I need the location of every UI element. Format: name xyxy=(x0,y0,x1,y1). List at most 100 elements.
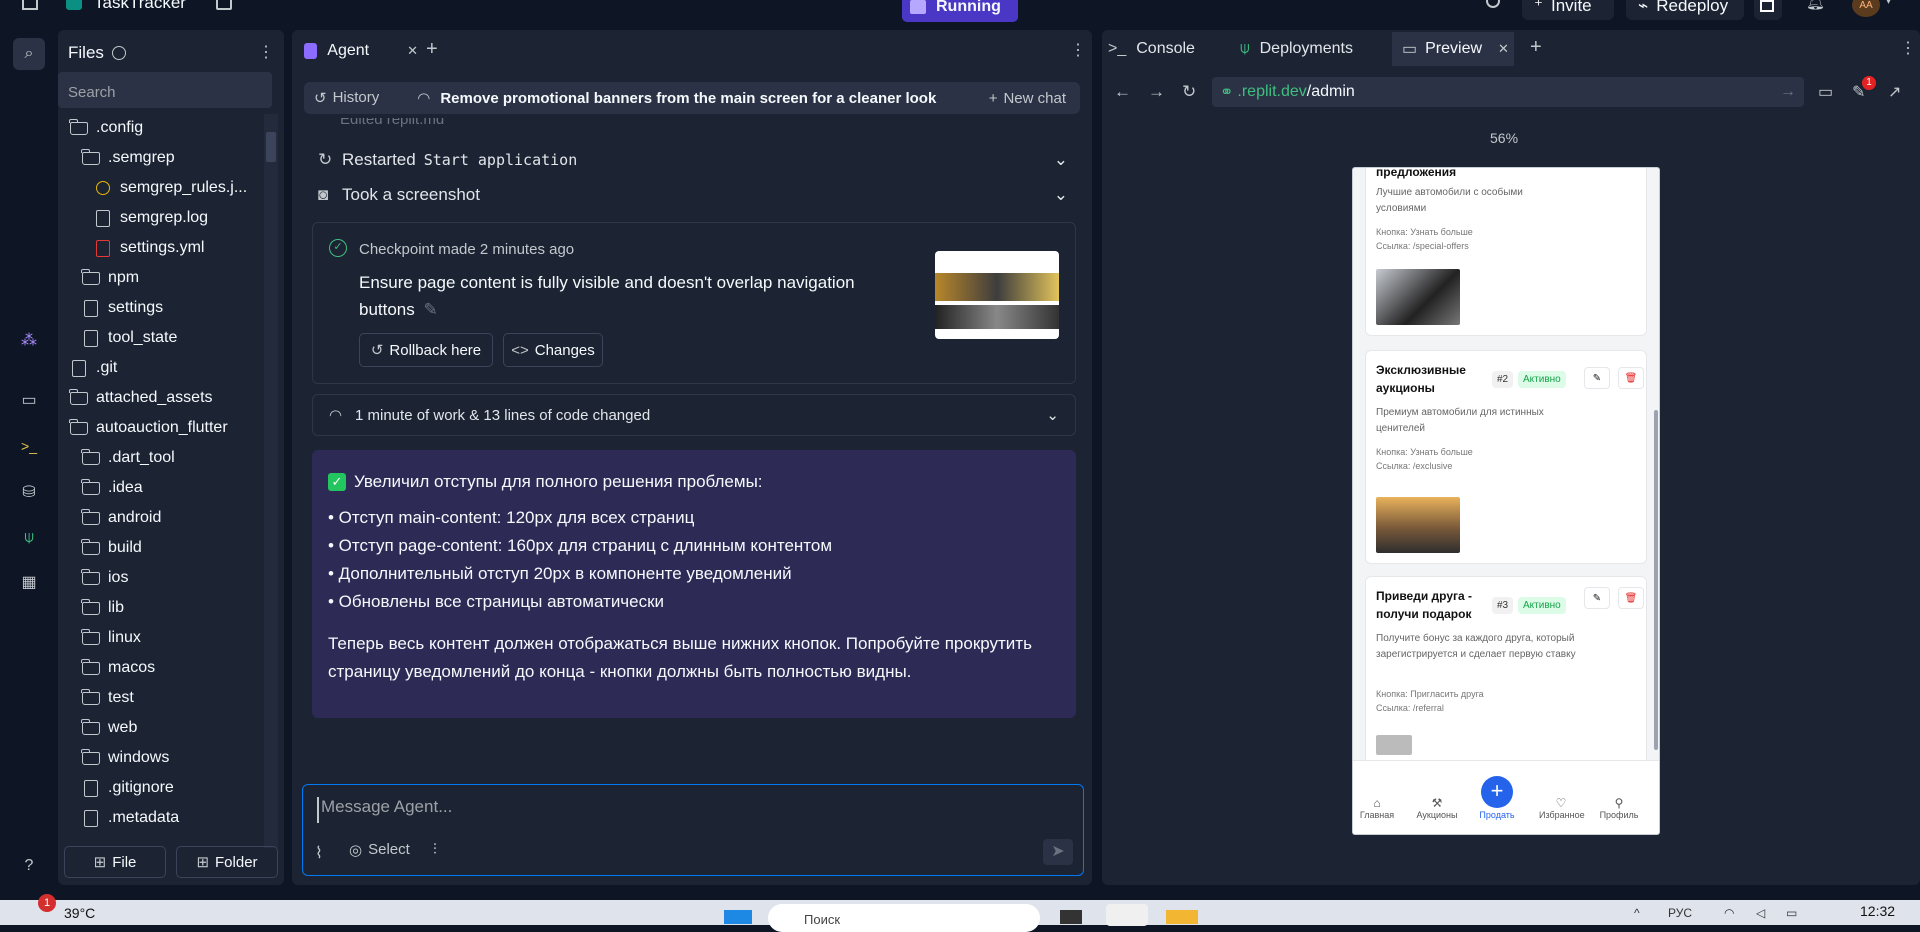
file-tree-item[interactable]: web xyxy=(81,714,137,742)
file-tree-item[interactable]: android xyxy=(81,504,161,532)
new-file-button[interactable]: ⊞ File xyxy=(64,846,166,878)
pencil-icon[interactable]: ✎ xyxy=(424,300,438,319)
paperclip-icon[interactable]: ⌇ xyxy=(315,843,323,863)
checkpoint-thumbnail[interactable] xyxy=(935,251,1059,339)
delete-icon[interactable]: 🗑︎ xyxy=(1618,367,1644,389)
language-indicator[interactable]: РУС xyxy=(1668,906,1692,920)
close-icon[interactable]: ✕ xyxy=(1498,41,1509,57)
apps-grid-icon[interactable]: ▦ xyxy=(13,566,45,598)
close-icon[interactable]: ✕ xyxy=(407,43,418,59)
back-arrow-icon[interactable]: ← xyxy=(1114,82,1131,102)
work-summary[interactable]: ◠ 1 minute of work & 13 lines of code ch… xyxy=(312,394,1076,436)
file-tree-item[interactable]: .dart_tool xyxy=(81,444,175,472)
delete-icon[interactable]: 🗑︎ xyxy=(1618,587,1644,609)
file-tree-item[interactable]: .gitignore xyxy=(82,774,174,802)
chevron-down-icon[interactable]: ⌄ xyxy=(1054,185,1068,205)
nav-favorites[interactable]: ♡ Избранное xyxy=(1539,796,1585,820)
file-search-icon[interactable]: ⌕ xyxy=(13,38,45,70)
folder-icon[interactable] xyxy=(1166,910,1198,924)
file-tree-item[interactable]: tool_state xyxy=(82,324,177,352)
taskbar-search[interactable]: Поиск xyxy=(768,904,1040,932)
scrollbar[interactable] xyxy=(264,114,278,848)
file-tree-item[interactable]: autoauction_flutter xyxy=(69,414,228,442)
battery-icon[interactable]: ▭ xyxy=(1786,906,1797,920)
chevron-down-icon[interactable]: ⌄ xyxy=(1046,406,1059,424)
bell-icon[interactable]: 🔔︎ xyxy=(1806,0,1825,11)
wifi-icon[interactable]: ◠ xyxy=(1724,906,1734,920)
weather-temp[interactable]: 39°C xyxy=(64,905,95,921)
file-tree-item[interactable]: semgrep_rules.j... xyxy=(94,174,247,202)
new-folder-button[interactable]: ⊞ Folder xyxy=(176,846,278,878)
file-tree-item[interactable]: linux xyxy=(81,624,141,652)
redeploy-button[interactable]: ⌁ Redeploy xyxy=(1626,0,1744,20)
clock[interactable]: 12:32 xyxy=(1860,903,1895,919)
file-tree-item[interactable]: .semgrep xyxy=(81,144,175,172)
volume-icon[interactable]: ◁ xyxy=(1756,906,1765,920)
tab-console[interactable]: >_ Console xyxy=(1108,40,1195,58)
agent-icon[interactable]: ⁂ xyxy=(13,324,45,356)
forward-arrow-icon[interactable]: → xyxy=(1148,82,1165,102)
app-icon[interactable] xyxy=(1106,904,1148,926)
nav-auctions[interactable]: ⚒ Аукционы xyxy=(1415,796,1459,820)
step-restarted[interactable]: ↻ Restarted Start application ⌄ xyxy=(318,148,1068,172)
file-tree-item[interactable]: macos xyxy=(81,654,155,682)
history-button[interactable]: ↺ History xyxy=(314,89,379,107)
running-button[interactable]: Running xyxy=(902,0,1018,22)
database-icon[interactable]: ⛁ xyxy=(13,476,45,508)
deployments-icon[interactable]: ⍦ xyxy=(13,522,45,554)
windows-start-icon[interactable] xyxy=(724,910,752,924)
file-tree-item[interactable]: semgrep.log xyxy=(94,204,208,232)
nav-sell[interactable]: + Продать xyxy=(1475,776,1519,820)
file-tree-item[interactable]: ios xyxy=(81,564,128,592)
scrollbar-thumb[interactable] xyxy=(266,132,276,162)
url-bar[interactable]: ⚭ .replit.dev /admin → xyxy=(1212,77,1804,107)
file-tree-item[interactable]: test xyxy=(81,684,134,712)
new-chat-button[interactable]: + New chat xyxy=(989,90,1066,107)
sliders-icon[interactable]: ⫶ xyxy=(433,841,437,858)
file-tree-item[interactable]: npm xyxy=(81,264,139,292)
monitor-icon[interactable]: ▭ xyxy=(13,384,45,416)
chevron-up-icon[interactable]: ^ xyxy=(1634,906,1640,920)
avatar[interactable]: AA xyxy=(1852,0,1880,17)
file-tree-item[interactable]: settings.yml xyxy=(94,234,204,262)
step-screenshot[interactable]: ◙ Took a screenshot ⌄ xyxy=(318,183,1068,207)
changes-button[interactable]: <> Changes xyxy=(503,333,603,367)
file-tree-item[interactable]: attached_assets xyxy=(69,384,213,412)
window-icon[interactable] xyxy=(216,0,232,10)
select-button[interactable]: ◎ Select xyxy=(349,841,410,859)
external-link-icon[interactable]: ↗ xyxy=(1888,82,1901,102)
tab-preview[interactable]: ▭ Preview ✕ xyxy=(1392,32,1514,66)
tab-deployments[interactable]: ⍦ Deployments xyxy=(1240,40,1353,58)
chat-title[interactable]: Remove promotional banners from the main… xyxy=(440,90,936,107)
preview-scrollbar[interactable] xyxy=(1654,410,1658,750)
more-options-icon[interactable]: ⋮ xyxy=(258,42,274,62)
tab-agent[interactable]: Agent ✕ xyxy=(298,36,418,66)
edit-icon[interactable]: ✎ xyxy=(1584,367,1610,389)
file-tree-item[interactable]: settings xyxy=(82,294,163,322)
device-icon[interactable]: ▭ xyxy=(1818,82,1833,102)
file-tree-item[interactable]: lib xyxy=(81,594,124,622)
file-tree-item[interactable]: .config xyxy=(69,114,143,142)
more-options-icon[interactable]: ⋮ xyxy=(1900,38,1916,58)
rollback-button[interactable]: ↺ Rollback here xyxy=(359,333,493,367)
home-icon[interactable] xyxy=(22,0,38,10)
more-options-icon[interactable]: ⋮ xyxy=(1070,40,1086,60)
file-tree-item[interactable]: .idea xyxy=(81,474,143,502)
file-tree-item[interactable]: build xyxy=(81,534,142,562)
edit-icon[interactable]: ✎ xyxy=(1584,587,1610,609)
chevron-down-icon[interactable]: ▾ xyxy=(1886,0,1891,7)
help-icon[interactable]: ? xyxy=(13,850,45,882)
nav-profile[interactable]: ⚲ Профиль xyxy=(1597,796,1641,820)
nav-home[interactable]: ⌂ Главная xyxy=(1355,796,1399,820)
app-name[interactable]: TaskTracker xyxy=(94,0,186,13)
window-toggle-button[interactable] xyxy=(1754,0,1782,20)
chevron-down-icon[interactable]: ⌄ xyxy=(1054,150,1068,170)
file-tree-item[interactable]: windows xyxy=(81,744,169,772)
message-input[interactable]: Message Agent... xyxy=(317,797,1067,823)
file-tree-item[interactable]: .git xyxy=(70,354,117,382)
console-icon[interactable]: >_ xyxy=(13,430,45,462)
go-arrow-icon[interactable]: → xyxy=(1780,83,1796,101)
search-icon[interactable] xyxy=(1486,0,1500,8)
send-button[interactable]: ➤ xyxy=(1043,839,1073,865)
task-view-icon[interactable] xyxy=(1060,910,1082,924)
